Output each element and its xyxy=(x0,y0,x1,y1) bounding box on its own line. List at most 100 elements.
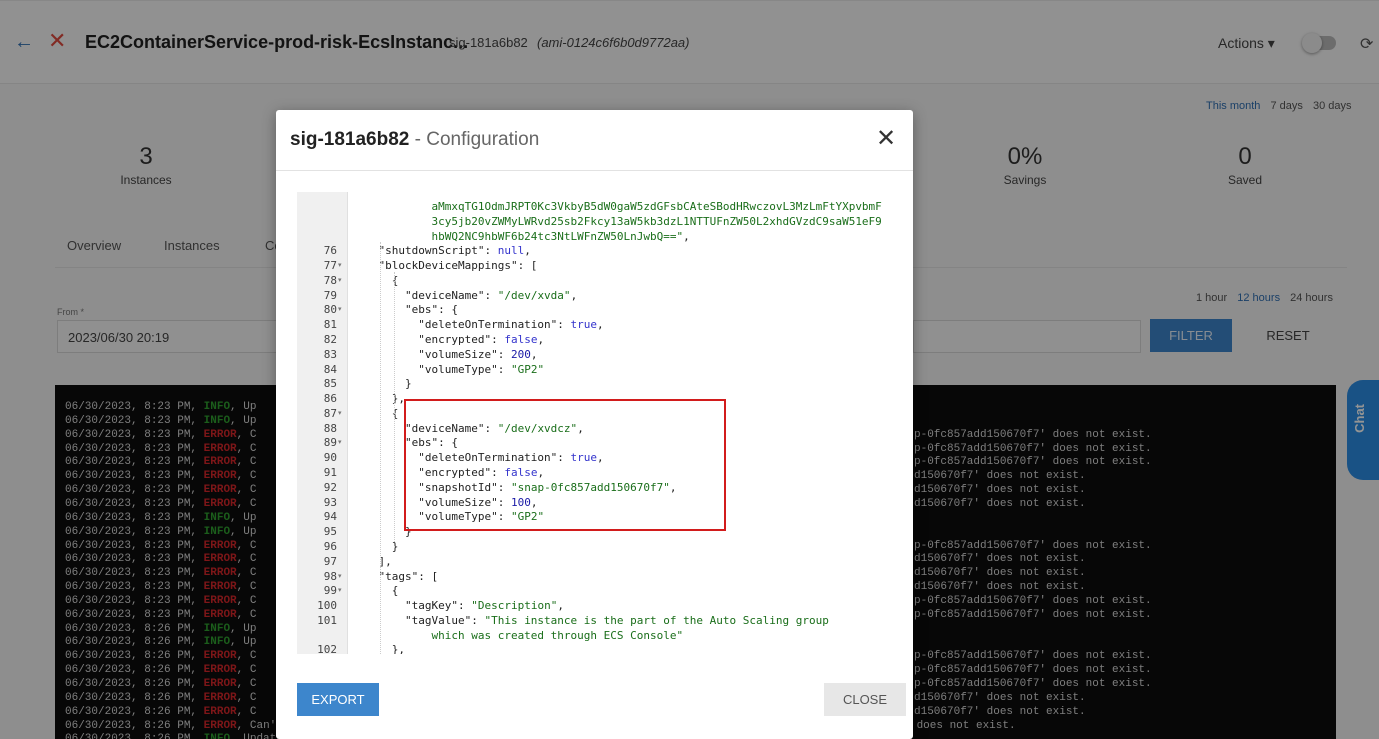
code-token: } xyxy=(352,377,412,391)
code-line: 79 "deviceName": "/dev/xvda", xyxy=(297,288,887,303)
code-token: "volumeSize": xyxy=(352,347,511,361)
code-token: null xyxy=(497,244,525,258)
line-number: 102 xyxy=(317,643,337,654)
code-line: 81 "deleteOnTermination": true, xyxy=(297,317,887,332)
code-line: 99 ▾ { xyxy=(297,583,887,598)
line-number: 92 xyxy=(323,480,337,494)
code-text: ], xyxy=(352,554,391,569)
line-number: 79 xyxy=(323,288,337,302)
code-text: aMmxqTG1OdmJRPT0Kc3VkbyB5dW0gaW5zdGFsbCA… xyxy=(352,199,882,214)
code-line: 77 ▾ "blockDeviceMappings": [ xyxy=(297,258,887,273)
code-line: 101 "tagValue": "This instance is the pa… xyxy=(297,613,887,628)
line-number: 88 xyxy=(323,421,337,435)
code-line: 100 "tagKey": "Description", xyxy=(297,598,887,613)
code-text: { xyxy=(352,273,399,288)
code-token: 3cy5jb20vZWMyLWRvd25sb2Fkcy13aW5kb3dzL1N… xyxy=(352,214,882,228)
code-line: 98 ▾ "tags": [ xyxy=(297,569,887,584)
modal-title-suffix: - Configuration xyxy=(409,129,540,150)
code-text: "deleteOnTermination": true, xyxy=(352,317,604,332)
code-token: }, xyxy=(352,643,405,654)
code-text: } xyxy=(352,524,412,539)
code-token: "/dev/xvda" xyxy=(497,288,571,302)
code-text: 3cy5jb20vZWMyLWRvd25sb2Fkcy13aW5kb3dzL1N… xyxy=(352,214,882,229)
code-token: "shutdownScript": xyxy=(352,244,498,258)
line-number: 78 xyxy=(323,273,337,287)
code-line: 76 "shutdownScript": null, xyxy=(297,243,887,258)
line-number: 95 xyxy=(323,525,337,539)
close-button[interactable]: CLOSE xyxy=(824,683,906,716)
code-token: "This instance is the part of the Auto S… xyxy=(484,613,829,627)
code-line: 85 } xyxy=(297,376,887,391)
fold-toggle-icon[interactable]: ▾ xyxy=(338,406,342,421)
code-token: , xyxy=(524,244,531,258)
code-token: "tags": [ xyxy=(352,569,439,583)
indent-guide xyxy=(380,242,381,654)
code-text: "tagKey": "Description", xyxy=(352,598,564,613)
code-token: } xyxy=(352,525,412,539)
modal-title: sig-181a6b82 - Configuration xyxy=(290,129,539,151)
code-line: 78 ▾ { xyxy=(297,273,887,288)
code-viewer[interactable]: aMmxqTG1OdmJRPT0Kc3VkbyB5dW0gaW5zdGFsbCA… xyxy=(297,192,887,654)
line-number: 100 xyxy=(317,599,337,613)
line-number: 101 xyxy=(317,613,337,627)
line-number: 81 xyxy=(323,318,337,332)
code-token: which was created through ECS Console" xyxy=(352,628,684,642)
fold-toggle-icon[interactable]: ▾ xyxy=(338,435,342,450)
fold-toggle-icon[interactable]: ▾ xyxy=(338,273,342,288)
code-text: which was created through ECS Console" xyxy=(352,628,683,643)
code-token: { xyxy=(352,273,399,287)
code-token: "encrypted": xyxy=(352,333,505,347)
line-number: 76 xyxy=(323,244,337,258)
code-line: aMmxqTG1OdmJRPT0Kc3VkbyB5dW0gaW5zdGFsbCA… xyxy=(297,199,887,214)
code-line: which was created through ECS Console" xyxy=(297,628,887,643)
code-token: "tagKey": xyxy=(352,599,472,613)
line-number: 93 xyxy=(323,495,337,509)
code-token: , xyxy=(557,599,564,613)
code-token: , xyxy=(537,333,545,347)
highlight-box xyxy=(404,399,726,531)
code-token: { xyxy=(352,406,399,420)
code-line: 83 "volumeSize": 200, xyxy=(297,347,887,362)
line-number: 77 xyxy=(323,259,337,273)
code-token: 200 xyxy=(510,347,531,361)
code-token: "GP2" xyxy=(510,362,545,376)
fold-toggle-icon[interactable]: ▾ xyxy=(338,258,342,273)
code-token: hbWQ2NC9hbWF6b24tc3NtLWFnZW50LnJwbQ==" xyxy=(352,229,684,243)
code-line: 96 } xyxy=(297,539,887,554)
code-token: "Description" xyxy=(471,599,558,613)
configuration-modal: sig-181a6b82 - Configuration ✕ aMmxqTG1O… xyxy=(276,110,913,739)
line-number: 87 xyxy=(323,406,337,420)
code-text: }, xyxy=(352,391,405,406)
code-token: } xyxy=(352,539,399,553)
fold-toggle-icon[interactable]: ▾ xyxy=(338,569,342,584)
code-text: "tags": [ xyxy=(352,569,438,584)
code-text: } xyxy=(352,376,412,391)
code-token: "volumeType": xyxy=(352,362,511,376)
code-line: 84 "volumeType": "GP2" xyxy=(297,362,887,377)
fold-toggle-icon[interactable]: ▾ xyxy=(338,302,342,317)
code-token: "ebs": { xyxy=(352,303,458,317)
code-token: { xyxy=(352,584,399,598)
line-number: 91 xyxy=(323,466,337,480)
code-token: aMmxqTG1OdmJRPT0Kc3VkbyB5dW0gaW5zdGFsbCA… xyxy=(352,200,882,213)
code-text: "ebs": { xyxy=(352,302,458,317)
code-text: { xyxy=(352,583,399,598)
code-token: , xyxy=(570,288,578,302)
line-number: 94 xyxy=(323,510,337,524)
indent-guide xyxy=(394,412,395,542)
code-line: 80 ▾ "ebs": { xyxy=(297,302,887,317)
export-button[interactable]: EXPORT xyxy=(297,683,379,716)
close-icon[interactable]: ✕ xyxy=(876,126,896,152)
code-token: , xyxy=(597,318,604,332)
fold-toggle-icon[interactable]: ▾ xyxy=(338,583,342,598)
code-line: hbWQ2NC9hbWF6b24tc3NtLWFnZW50LnJwbQ==", xyxy=(297,229,887,244)
code-line: 97 ], xyxy=(297,554,887,569)
code-token: false xyxy=(504,333,538,347)
line-number: 82 xyxy=(323,333,337,347)
code-text: { xyxy=(352,406,399,421)
line-number: 96 xyxy=(323,539,337,553)
line-number: 83 xyxy=(323,347,337,361)
line-number: 85 xyxy=(323,377,337,391)
code-token: true xyxy=(570,318,598,332)
line-number: 84 xyxy=(323,362,337,376)
